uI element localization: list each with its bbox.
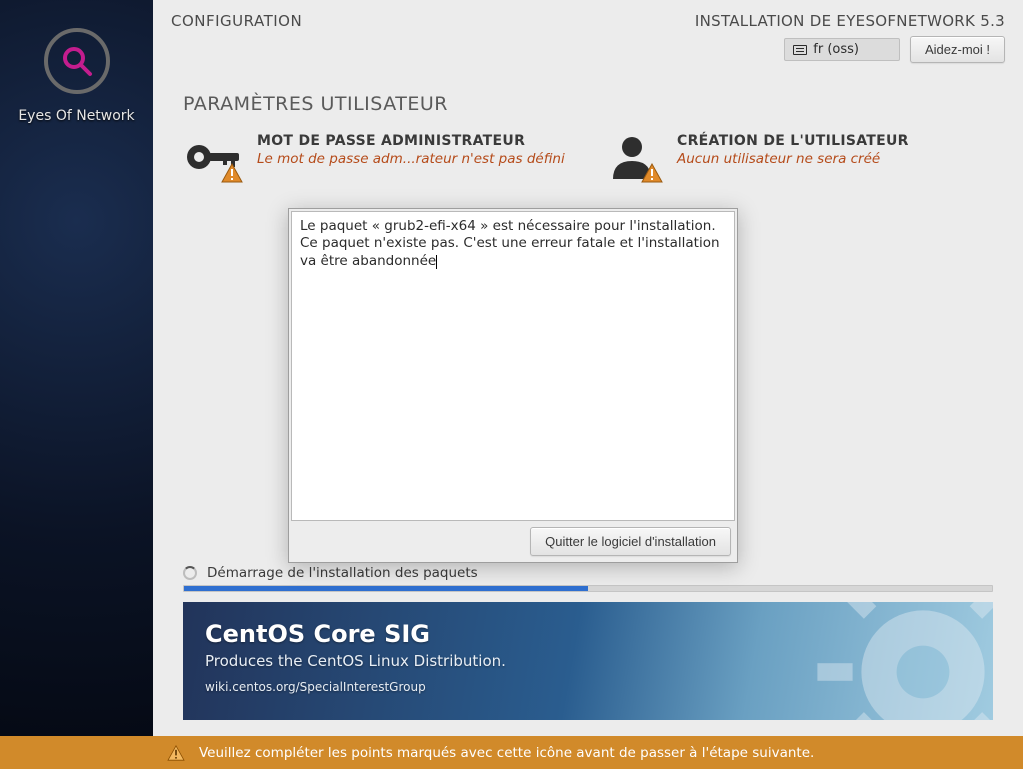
keyboard-layout-label: fr (oss) (813, 42, 859, 57)
card-title: CRÉATION DE L'UTILISATEUR (677, 133, 909, 149)
gear-icon (813, 602, 993, 720)
main-panel: CONFIGURATION INSTALLATION DE EYESOFNETW… (153, 0, 1023, 736)
quit-installer-button[interactable]: Quitter le logiciel d'installation (530, 527, 731, 556)
user-icon (603, 133, 661, 181)
progress-bar (183, 585, 993, 592)
keyboard-layout-selector[interactable]: fr (oss) (784, 38, 900, 61)
card-root-password[interactable]: MOT DE PASSE ADMINISTRATEUR Le mot de pa… (183, 133, 573, 181)
card-user-creation[interactable]: CRÉATION DE L'UTILISATEUR Aucun utilisat… (603, 133, 993, 181)
warning-icon (221, 163, 243, 183)
keyboard-icon (793, 45, 807, 55)
spinner-icon (183, 566, 197, 580)
topbar: CONFIGURATION INSTALLATION DE EYESOFNETW… (153, 0, 1023, 63)
card-warning: Le mot de passe adm...rateur n'est pas d… (257, 151, 565, 167)
error-message-box[interactable]: Le paquet « grub2-efi-x64 » est nécessai… (291, 211, 735, 521)
product-name: Eyes Of Network (18, 108, 134, 124)
card-title: MOT DE PASSE ADMINISTRATEUR (257, 133, 565, 149)
promo-banner: CentOS Core SIG Produces the CentOS Linu… (183, 602, 993, 720)
warning-icon (641, 163, 663, 183)
help-button[interactable]: Aidez-moi ! (910, 36, 1005, 63)
product-logo: Eyes Of Network (18, 28, 134, 124)
page-title: CONFIGURATION (171, 12, 302, 30)
sidebar: Eyes Of Network (0, 0, 153, 736)
logo-icon (44, 28, 110, 94)
error-message: Le paquet « grub2-efi-x64 » est nécessai… (300, 218, 720, 269)
installer-title: INSTALLATION DE EYESOFNETWORK 5.3 (695, 12, 1005, 30)
key-icon (183, 133, 241, 181)
bottom-warning-bar: Veuillez compléter les points marqués av… (0, 736, 1023, 769)
text-cursor (436, 255, 437, 269)
card-warning: Aucun utilisateur ne sera créé (677, 151, 909, 167)
error-dialog: Le paquet « grub2-efi-x64 » est nécessai… (288, 208, 738, 563)
warning-icon (167, 745, 185, 761)
bottom-warning-text: Veuillez compléter les points marqués av… (199, 745, 814, 761)
progress-label: Démarrage de l'installation des paquets (207, 565, 478, 581)
section-title: PARAMÈTRES UTILISATEUR (183, 93, 993, 115)
